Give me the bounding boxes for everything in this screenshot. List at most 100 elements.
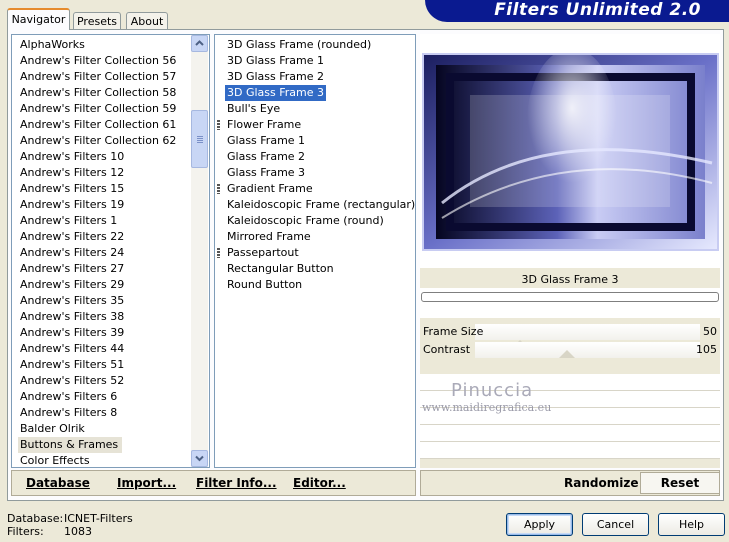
param-slider[interactable]: Contrast 105	[420, 342, 720, 358]
param-label: Contrast	[423, 343, 471, 356]
slider-thumb-icon[interactable]	[559, 350, 576, 358]
filter-item[interactable]: Round Button	[225, 277, 304, 293]
group-marker-icon	[217, 184, 220, 194]
filter-item-label: Gradient Frame	[227, 182, 313, 195]
category-item[interactable]: Andrew's Filters 8	[18, 405, 121, 421]
filter-item[interactable]: 3D Glass Frame (rounded)	[225, 37, 373, 53]
filter-item-label: Rectangular Button	[227, 262, 334, 275]
category-list[interactable]: AlphaWorks Andrew's Filter Collection 56 A…	[11, 34, 210, 468]
filter-item-label: Passepartout	[227, 246, 299, 259]
category-item[interactable]: Balder Olrik	[18, 421, 89, 437]
filter-item[interactable]: Bull's Eye	[225, 101, 282, 117]
tab-navigator[interactable]: Navigator	[7, 8, 70, 30]
category-item[interactable]: Andrew's Filters 22	[18, 229, 128, 245]
filter-item-label: Glass Frame 2	[227, 150, 306, 163]
category-item[interactable]: Andrew's Filters 1	[18, 213, 121, 229]
preview-image	[422, 53, 719, 251]
filter-item[interactable]: 3D Glass Frame 2	[225, 69, 326, 85]
filter-item-label: Kaleidoscopic Frame (round)	[227, 214, 384, 227]
category-item[interactable]: Andrew's Filters 6	[18, 389, 121, 405]
category-item[interactable]: Andrew's Filters 51	[18, 357, 128, 373]
filters-count-value: 1083	[64, 525, 92, 538]
category-item[interactable]: Andrew's Filters 52	[18, 373, 128, 389]
filter-item[interactable]: 3D Glass Frame 3	[225, 85, 327, 101]
param-value: 50	[703, 325, 717, 338]
category-item[interactable]: Andrew's Filters 29	[18, 277, 128, 293]
category-item[interactable]: Andrew's Filters 38	[18, 309, 128, 325]
group-marker-icon	[217, 120, 220, 130]
category-item[interactable]: AlphaWorks	[18, 37, 89, 53]
filter-item-label: 3D Glass Frame 3	[227, 86, 325, 99]
reset-label: Reset	[660, 476, 700, 490]
filter-item[interactable]: 3D Glass Frame 1	[225, 53, 326, 69]
randomize-button[interactable]: Randomize	[564, 476, 638, 490]
category-list-items: AlphaWorks Andrew's Filter Collection 56 A…	[12, 35, 192, 467]
cancel-button[interactable]: Cancel	[582, 513, 649, 536]
category-scrollbar[interactable]	[191, 35, 208, 467]
filters-count-label: Filters:	[7, 525, 44, 538]
filter-item-label: Glass Frame 3	[227, 166, 306, 179]
category-item[interactable]: Andrew's Filters 44	[18, 341, 128, 357]
param-value: 105	[696, 343, 717, 356]
filter-item[interactable]: Glass Frame 3	[225, 165, 307, 181]
chevron-down-icon	[195, 455, 204, 462]
database-button[interactable]: Database	[26, 476, 90, 490]
filter-list[interactable]: 3D Glass Frame (rounded) 3D Glass Frame 1…	[214, 34, 416, 468]
filter-item-label: Flower Frame	[227, 118, 302, 131]
slider-track	[475, 342, 700, 358]
filter-item-label: Kaleidoscopic Frame (rectangular)	[227, 198, 416, 211]
filter-item-label: Bull's Eye	[227, 102, 281, 115]
filter-item-label: Glass Frame 1	[227, 134, 306, 147]
filter-title: 3D Glass Frame 3	[521, 273, 619, 286]
category-item[interactable]: Andrew's Filters 19	[18, 197, 128, 213]
category-item[interactable]: Andrew's Filters 10	[18, 149, 128, 165]
filter-item[interactable]: Flower Frame	[217, 117, 303, 133]
apply-button[interactable]: Apply	[506, 513, 573, 536]
category-item[interactable]: Andrew's Filters 12	[18, 165, 128, 181]
category-item[interactable]: Color Effects	[18, 453, 94, 467]
editor-button[interactable]: Editor...	[293, 476, 346, 490]
chevron-up-icon	[195, 40, 204, 46]
category-item[interactable]: Andrew's Filters 39	[18, 325, 128, 341]
banner-title: Filters Unlimited 2.0	[494, 0, 701, 20]
slider-track	[475, 324, 700, 340]
title-banner: Filters Unlimited 2.0	[425, 0, 729, 22]
category-item[interactable]: Andrew's Filters 24	[18, 245, 128, 261]
filter-item[interactable]: Gradient Frame	[217, 181, 315, 197]
tab-about[interactable]: About	[126, 12, 168, 29]
scroll-up-button[interactable]	[191, 35, 208, 52]
category-item[interactable]: Buttons & Frames	[18, 437, 123, 453]
filter-item[interactable]: Kaleidoscopic Frame (round)	[225, 213, 386, 229]
progress-bar	[421, 292, 719, 302]
category-item[interactable]: Andrew's Filters 15	[18, 181, 128, 197]
scroll-thumb[interactable]	[191, 110, 208, 168]
filter-item-label: Round Button	[227, 278, 303, 291]
filter-item-label: Mirrored Frame	[227, 230, 311, 243]
watermark-name: Pinuccia	[451, 380, 534, 401]
filter-item[interactable]: Rectangular Button	[225, 261, 336, 277]
filter-item-label: 3D Glass Frame (rounded)	[227, 38, 372, 51]
reset-button[interactable]: Reset	[640, 472, 720, 494]
filter-info-button[interactable]: Filter Info...	[196, 476, 277, 490]
filter-item[interactable]: Glass Frame 2	[225, 149, 307, 165]
filter-item[interactable]: Mirrored Frame	[225, 229, 313, 245]
scroll-down-button[interactable]	[191, 450, 208, 467]
database-label: Database:	[7, 512, 64, 525]
category-item[interactable]: Andrew's Filter Collection 56	[18, 53, 180, 69]
category-item[interactable]: Andrew's Filters 35	[18, 293, 128, 309]
group-marker-icon	[217, 248, 220, 258]
tab-presets[interactable]: Presets	[73, 12, 121, 29]
category-item[interactable]: Andrew's Filter Collection 61	[18, 117, 180, 133]
filter-item[interactable]: Glass Frame 1	[225, 133, 307, 149]
category-item[interactable]: Andrew's Filter Collection 58	[18, 85, 180, 101]
grip-icon	[197, 136, 203, 143]
param-slider[interactable]: Frame Size 50	[420, 324, 720, 348]
category-item[interactable]: Andrew's Filter Collection 62	[18, 133, 180, 149]
category-item[interactable]: Andrew's Filter Collection 59	[18, 101, 180, 117]
import-button[interactable]: Import...	[117, 476, 176, 490]
category-item[interactable]: Andrew's Filters 27	[18, 261, 128, 277]
filter-item[interactable]: Kaleidoscopic Frame (rectangular)	[225, 197, 417, 213]
category-item[interactable]: Andrew's Filter Collection 57	[18, 69, 180, 85]
filter-item[interactable]: Passepartout	[217, 245, 301, 261]
help-button[interactable]: Help	[658, 513, 725, 536]
